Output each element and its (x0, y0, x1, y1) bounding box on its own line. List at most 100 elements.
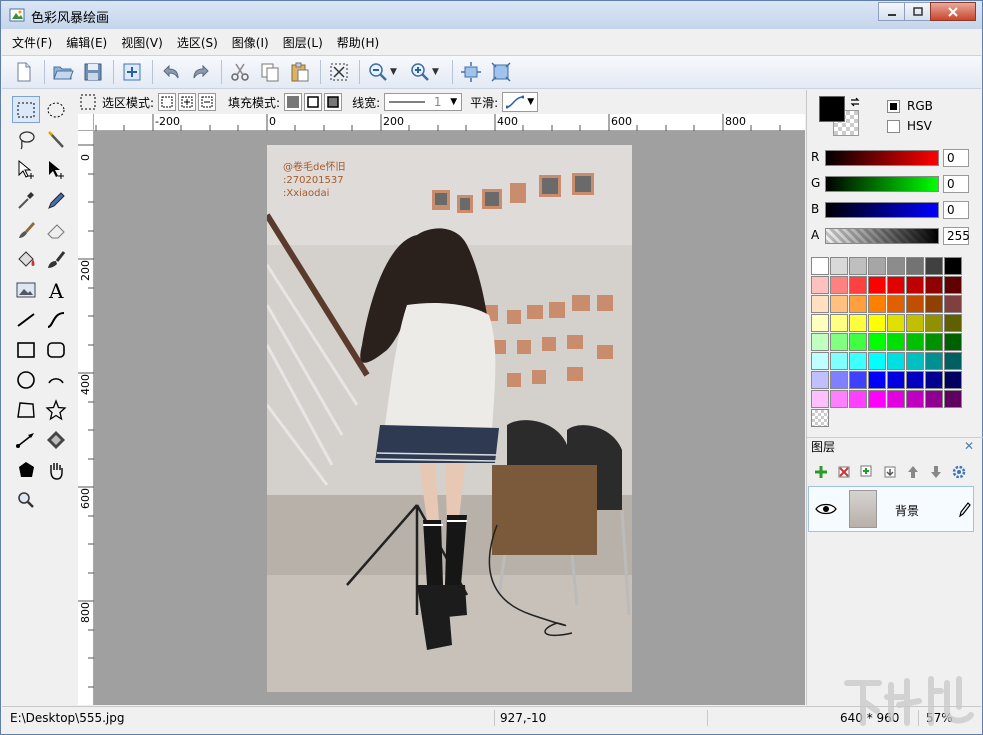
palette-swatch[interactable] (944, 314, 962, 332)
copy-button[interactable] (256, 58, 284, 86)
color-mode-rgb[interactable]: RGB (887, 99, 933, 113)
palette-swatch[interactable] (849, 295, 867, 313)
palette-swatch[interactable] (811, 295, 829, 313)
transparent-swatch[interactable] (811, 409, 829, 427)
palette-swatch[interactable] (830, 333, 848, 351)
star-tool[interactable] (42, 396, 70, 423)
menu-layer[interactable]: 图层(L) (283, 34, 323, 51)
channel-b-slider[interactable] (825, 202, 939, 218)
text-tool[interactable]: A (42, 276, 70, 303)
channel-b-value[interactable]: 0 (943, 201, 969, 219)
palette-swatch[interactable] (944, 257, 962, 275)
palette-swatch[interactable] (811, 257, 829, 275)
palette-swatch[interactable] (830, 257, 848, 275)
palette-swatch[interactable] (811, 333, 829, 351)
actual-size-button[interactable] (487, 58, 515, 86)
move-layer-up-button[interactable] (903, 462, 923, 482)
palette-swatch[interactable] (868, 314, 886, 332)
lasso-tool[interactable] (12, 126, 40, 153)
open-button[interactable] (49, 58, 77, 86)
palette-swatch[interactable] (830, 352, 848, 370)
arc-tool[interactable] (42, 366, 70, 393)
clone-stamp-tool[interactable] (42, 246, 70, 273)
palette-swatch[interactable] (811, 314, 829, 332)
add-layer-button[interactable] (811, 462, 831, 482)
zoom-out-button[interactable] (364, 58, 392, 86)
zoom-in-button[interactable] (406, 58, 434, 86)
palette-swatch[interactable] (849, 390, 867, 408)
fill-mode-both[interactable] (324, 93, 343, 111)
palette-swatch[interactable] (830, 371, 848, 389)
palette-swatch[interactable] (887, 257, 905, 275)
palette-swatch[interactable] (849, 333, 867, 351)
palette-swatch[interactable] (906, 295, 924, 313)
palette-swatch[interactable] (944, 295, 962, 313)
channel-g-value[interactable]: 0 (943, 175, 969, 193)
palette-swatch[interactable] (944, 371, 962, 389)
rect-select-tool[interactable] (12, 96, 40, 123)
palette-swatch[interactable] (906, 333, 924, 351)
maximize-button[interactable] (904, 2, 931, 21)
palette-swatch[interactable] (811, 352, 829, 370)
channel-g-slider[interactable] (825, 176, 939, 192)
ellipse-tool[interactable] (12, 366, 40, 393)
pan-tool[interactable] (42, 456, 70, 483)
channel-r-slider[interactable] (825, 150, 939, 166)
palette-swatch[interactable] (887, 371, 905, 389)
gradient-tool[interactable] (42, 426, 70, 453)
shape-fill-tool[interactable] (12, 456, 40, 483)
eraser-tool[interactable] (42, 216, 70, 243)
palette-swatch[interactable] (830, 314, 848, 332)
palette-swatch[interactable] (906, 371, 924, 389)
palette-swatch[interactable] (849, 276, 867, 294)
channel-r-value[interactable]: 0 (943, 149, 969, 167)
palette-swatch[interactable] (868, 276, 886, 294)
palette-swatch[interactable] (830, 390, 848, 408)
merge-layer-button[interactable] (880, 462, 900, 482)
fill-tool[interactable] (12, 246, 40, 273)
zoom-out-dropdown-icon[interactable]: ▼ (390, 67, 400, 77)
save-button[interactable] (79, 58, 107, 86)
redo-button[interactable] (187, 58, 215, 86)
menu-select[interactable]: 选区(S) (177, 34, 218, 51)
foreground-color-swatch[interactable] (819, 96, 845, 122)
magic-wand-tool[interactable] (42, 126, 70, 153)
palette-swatch[interactable] (887, 314, 905, 332)
palette-swatch[interactable] (849, 371, 867, 389)
menu-image[interactable]: 图像(I) (232, 34, 269, 51)
swap-colors-icon[interactable] (849, 96, 861, 108)
palette-swatch[interactable] (906, 257, 924, 275)
palette-swatch[interactable] (868, 352, 886, 370)
menu-file[interactable]: 文件(F) (12, 34, 52, 51)
menu-view[interactable]: 视图(V) (121, 34, 163, 51)
layer-item[interactable]: 背景 (808, 486, 974, 532)
line-width-select[interactable]: 1 ▼ (384, 93, 463, 111)
close-button[interactable] (930, 2, 976, 21)
picture-tool[interactable] (12, 276, 40, 303)
palette-swatch[interactable] (944, 390, 962, 408)
zoom-tool[interactable] (12, 486, 40, 513)
brush-tool[interactable] (12, 216, 40, 243)
fill-mode-outline[interactable] (304, 93, 323, 111)
palette-swatch[interactable] (868, 333, 886, 351)
curve-tool[interactable] (42, 306, 70, 333)
palette-swatch[interactable] (906, 390, 924, 408)
palette-swatch[interactable] (830, 276, 848, 294)
zoom-in-dropdown-icon[interactable]: ▼ (432, 67, 442, 77)
hsv-radio[interactable] (887, 119, 900, 133)
arrow-line-tool[interactable] (12, 426, 40, 453)
polygon-tool[interactable] (12, 396, 40, 423)
palette-swatch[interactable] (925, 352, 943, 370)
move-layer-down-button[interactable] (926, 462, 946, 482)
palette-swatch[interactable] (830, 295, 848, 313)
eye-icon[interactable] (815, 501, 837, 517)
color-mode-hsv[interactable]: HSV (887, 119, 932, 133)
menu-edit[interactable]: 编辑(E) (66, 34, 107, 51)
undo-button[interactable] (157, 58, 185, 86)
palette-swatch[interactable] (887, 390, 905, 408)
palette-swatch[interactable] (887, 295, 905, 313)
paste-button[interactable] (286, 58, 314, 86)
palette-swatch[interactable] (849, 257, 867, 275)
pencil-tool[interactable] (42, 186, 70, 213)
select-mode-replace[interactable] (158, 93, 177, 111)
